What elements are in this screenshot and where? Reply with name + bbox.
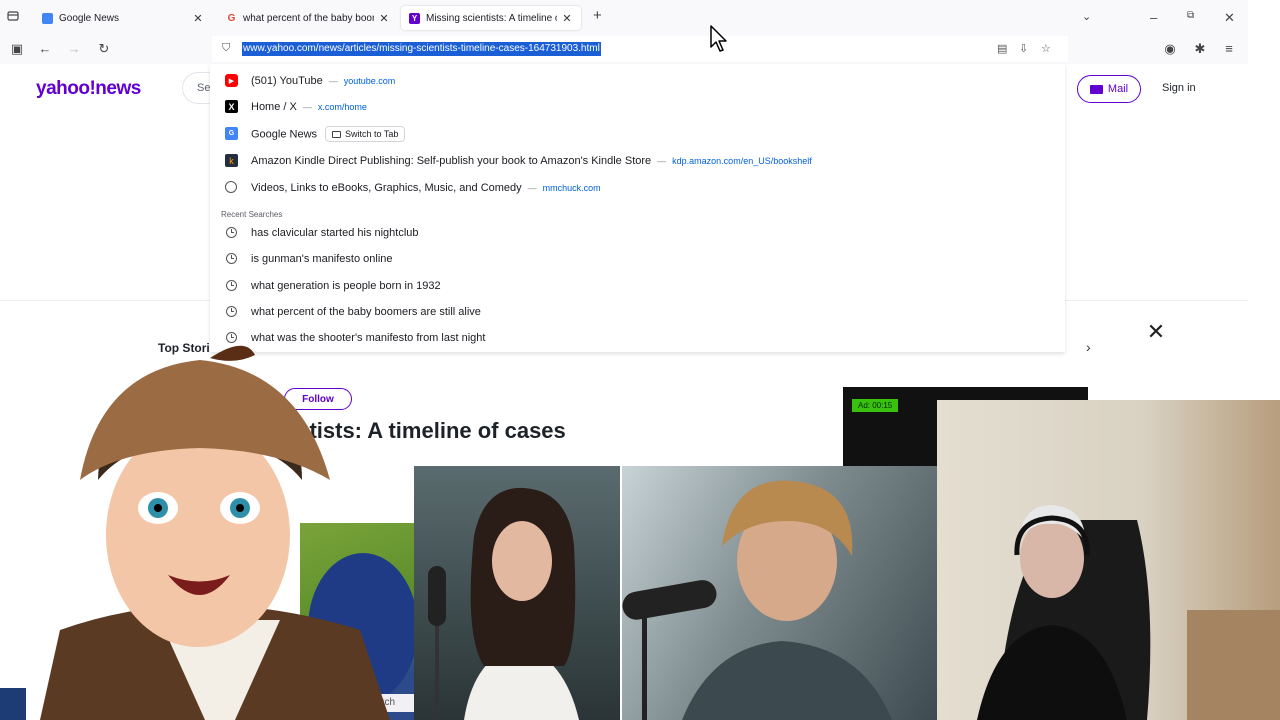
close-tab-icon[interactable]: ✕ (192, 12, 204, 25)
yahoo-icon: Y (409, 12, 420, 24)
recent-search-text: what percent of the baby boomers are sti… (251, 306, 481, 318)
tab-strip: Google News ✕ G what percent of the baby… (0, 0, 1248, 34)
recent-search-row[interactable]: what generation is people born in 1932 (210, 273, 1065, 299)
suggestion-row[interactable]: G Google News Switch to Tab (210, 121, 1065, 147)
close-tab-icon[interactable]: ✕ (561, 12, 573, 25)
reader-view-icon[interactable]: ▤ (997, 42, 1007, 55)
suggestion-row[interactable]: ▶ (501) YouTube — youtube.com (210, 68, 1065, 94)
switch-to-tab-chip[interactable]: Switch to Tab (325, 126, 406, 142)
suggestion-title: Videos, Links to eBooks, Graphics, Music… (251, 182, 522, 194)
recent-search-text: what generation is people born in 1932 (251, 280, 441, 292)
sign-in-link[interactable]: Sign in (1162, 82, 1196, 94)
x-icon: X (225, 100, 238, 113)
tab-icon (332, 130, 342, 138)
chevron-right-icon[interactable]: › (1086, 339, 1091, 355)
google-news-icon (42, 12, 53, 24)
suggestion-title: Home / X (251, 101, 297, 113)
close-icon[interactable]: ✕ (1142, 318, 1170, 346)
mail-button[interactable]: Mail (1077, 75, 1141, 103)
suggestion-row[interactable]: k Amazon Kindle Direct Publishing: Self-… (210, 148, 1065, 174)
right-margin (1248, 0, 1280, 400)
extensions-icon[interactable]: ✱ (1192, 41, 1208, 57)
minimize-icon[interactable]: – (1150, 10, 1157, 25)
mail-label: Mail (1107, 83, 1129, 95)
recent-search-row[interactable]: what percent of the baby boomers are sti… (210, 299, 1065, 325)
recent-searches-heading: Recent Searches (221, 210, 283, 219)
suggestion-title: (501) YouTube (251, 75, 323, 87)
restore-icon[interactable]: ⧉ (1187, 10, 1194, 21)
tab-title: what percent of the baby boom (243, 12, 374, 24)
mouse-cursor-icon (710, 25, 727, 52)
tab-yahoo-article[interactable]: Y Missing scientists: A timeline of ✕ (401, 6, 581, 30)
suggestion-host: x.com/home (317, 102, 367, 112)
kindle-icon: k (225, 154, 238, 167)
tab-google-news[interactable]: Google News ✕ (34, 6, 212, 30)
suggestion-row[interactable]: X Home / X — x.com/home (210, 94, 1065, 120)
suggestion-title: Amazon Kindle Direct Publishing: Self-pu… (251, 155, 652, 167)
close-window-icon[interactable]: ✕ (1224, 10, 1235, 26)
globe-icon (225, 181, 237, 193)
suggestion-row[interactable]: Videos, Links to eBooks, Graphics, Music… (210, 175, 1065, 201)
menu-icon[interactable]: ≡ (1221, 41, 1237, 56)
recent-search-text: has clavicular started his nightclub (251, 227, 419, 239)
recent-search-row[interactable]: has clavicular started his nightclub (210, 220, 1065, 246)
google-news-icon: G (225, 127, 238, 140)
detective-avatar (40, 330, 400, 720)
woman-podcaster-image (414, 466, 620, 720)
google-icon: G (226, 12, 237, 24)
tab-google-search[interactable]: G what percent of the baby boom ✕ (218, 6, 398, 30)
search-input[interactable]: Se (182, 72, 212, 104)
new-tab-icon[interactable]: + (593, 7, 602, 24)
tab-title: Google News (59, 12, 120, 24)
suggestion-host: kdp.amazon.com/en_US/bookshelf (672, 156, 812, 166)
webcam-feed (937, 400, 1280, 720)
url-text[interactable]: www.yahoo.com/news/articles/missing-scie… (242, 42, 601, 56)
list-tabs-icon[interactable]: ⌄ (1082, 10, 1091, 23)
close-tab-icon[interactable]: ✕ (378, 12, 390, 25)
microphone-icon (0, 688, 26, 720)
history-clock-icon (226, 253, 237, 264)
save-page-icon[interactable]: ⇩ (1019, 42, 1028, 55)
reload-icon[interactable]: ↻ (96, 41, 112, 57)
ad-timer-badge: Ad: 00:15 (852, 399, 899, 412)
switch-to-tab-label: Switch to Tab (345, 129, 399, 139)
tab-title: Missing scientists: A timeline of (426, 12, 557, 24)
history-clock-icon (226, 280, 237, 291)
forward-icon[interactable]: → (66, 41, 82, 56)
bookmark-star-icon[interactable]: ☆ (1041, 42, 1051, 55)
man-podcaster-image (622, 466, 938, 720)
mail-envelope-icon (1089, 84, 1103, 94)
account-icon[interactable]: ◉ (1162, 41, 1178, 57)
history-clock-icon (226, 306, 237, 317)
history-clock-icon (226, 227, 237, 238)
tab-overview-icon[interactable] (7, 10, 19, 25)
shield-icon[interactable]: ⛉ (222, 42, 230, 55)
yahoo-news-logo[interactable]: yahoo!news (36, 78, 141, 100)
suggestion-host: youtube.com (343, 76, 396, 86)
urlbar-dropdown: ▶ (501) YouTube — youtube.com X Home / X — x… (210, 64, 1065, 352)
suggestion-title: Google News (251, 128, 318, 141)
youtube-icon: ▶ (225, 74, 238, 87)
recent-search-row[interactable]: is gunman's manifesto online (210, 246, 1065, 272)
sidebar-icon[interactable]: ▣ (9, 41, 25, 57)
recent-search-text: is gunman's manifesto online (251, 253, 393, 265)
back-icon[interactable]: ← (37, 41, 53, 56)
suggestion-host: mmchuck.com (542, 183, 601, 193)
